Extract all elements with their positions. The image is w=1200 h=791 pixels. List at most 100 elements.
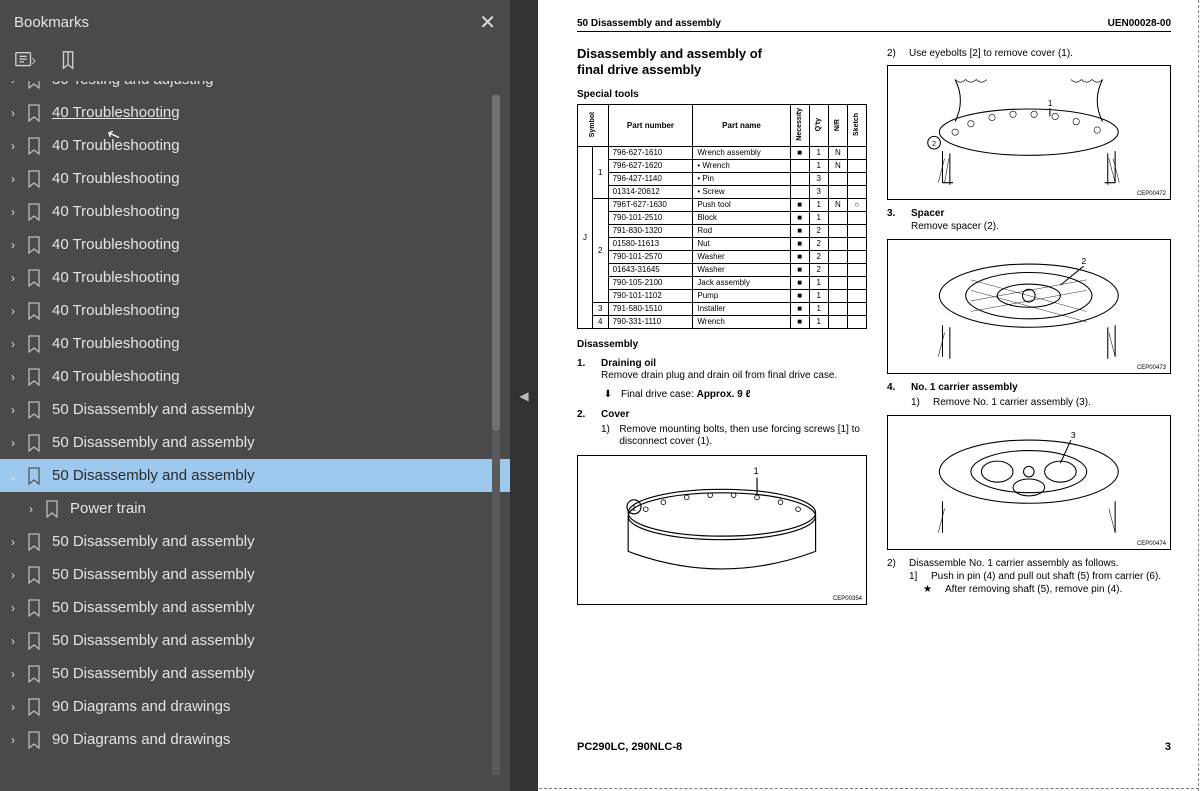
bookmark-item[interactable]: › 50 Disassembly and assembly — [0, 525, 510, 558]
chevron-icon[interactable]: › — [6, 733, 20, 747]
scrollbar[interactable] — [492, 95, 500, 775]
bookmark-label[interactable]: 40 Troubleshooting — [52, 170, 180, 187]
bookmark-label[interactable]: 30 Testing and adjusting — [52, 81, 214, 88]
bookmark-label[interactable]: 40 Troubleshooting — [52, 368, 180, 385]
step-2: 2. Cover 1)Remove mounting bolts, then u… — [577, 409, 867, 449]
chevron-icon[interactable]: › — [6, 337, 20, 351]
bookmark-label[interactable]: 50 Disassembly and assembly — [52, 533, 255, 550]
chevron-icon[interactable]: › — [6, 139, 20, 153]
bookmarks-header: Bookmarks ✕ — [0, 0, 510, 39]
svg-text:3: 3 — [1071, 430, 1076, 440]
chevron-icon[interactable]: ⌄ — [6, 469, 20, 483]
panel-divider[interactable]: ◀ — [510, 0, 538, 791]
bookmark-item[interactable]: › 40 Troubleshooting — [0, 294, 510, 327]
figure-spacer: 2 CEP00473 — [887, 239, 1171, 374]
bookmark-item[interactable]: › 50 Disassembly and assembly — [0, 558, 510, 591]
page-edge-bottom — [539, 788, 1199, 789]
chevron-icon[interactable]: › — [6, 601, 20, 615]
bookmark-icon — [24, 368, 44, 386]
chevron-icon[interactable]: › — [6, 700, 20, 714]
bookmark-label[interactable]: 50 Disassembly and assembly — [52, 401, 255, 418]
bookmark-label[interactable]: 40 Troubleshooting — [52, 104, 180, 121]
bookmark-label[interactable]: 40 Troubleshooting — [52, 236, 180, 253]
bookmark-icon — [24, 236, 44, 254]
bookmark-label[interactable]: 40 Troubleshooting — [52, 335, 180, 352]
chevron-icon[interactable]: › — [6, 271, 20, 285]
chevron-icon[interactable]: › — [6, 238, 20, 252]
bookmark-icon — [24, 335, 44, 353]
chevron-icon[interactable]: › — [6, 370, 20, 384]
special-tools-heading: Special tools — [577, 89, 867, 100]
bookmark-item[interactable]: › 40 Troubleshooting — [0, 195, 510, 228]
figure-eyebolts: 2 1 CEP00472 — [887, 65, 1171, 200]
bookmark-label[interactable]: 90 Diagrams and drawings — [52, 698, 230, 715]
bookmark-item[interactable]: › 50 Disassembly and assembly — [0, 591, 510, 624]
scrollbar-thumb-lower[interactable] — [492, 430, 500, 775]
bookmark-label[interactable]: 40 Troubleshooting — [52, 137, 180, 154]
bookmark-item[interactable]: › 90 Diagrams and drawings — [0, 690, 510, 723]
bookmark-icon — [24, 731, 44, 749]
bookmark-item[interactable]: › 40 Troubleshooting — [0, 327, 510, 360]
bookmark-item[interactable]: › 40 Troubleshooting — [0, 228, 510, 261]
bookmark-item[interactable]: › 40 Troubleshooting — [0, 96, 510, 129]
collapse-icon[interactable]: ◀ — [519, 389, 528, 403]
bookmark-item[interactable]: › 30 Testing and adjusting — [0, 81, 510, 96]
bookmark-item[interactable]: › 50 Disassembly and assembly — [0, 624, 510, 657]
chevron-icon[interactable]: › — [6, 568, 20, 582]
bookmark-item[interactable]: › 40 Troubleshooting — [0, 261, 510, 294]
bookmark-label[interactable]: 50 Disassembly and assembly — [52, 434, 255, 451]
bookmark-item[interactable]: › 40 Troubleshooting — [0, 360, 510, 393]
bookmark-label[interactable]: 50 Disassembly and assembly — [52, 632, 255, 649]
find-bookmark-icon[interactable] — [58, 49, 80, 71]
chevron-icon[interactable]: › — [24, 502, 38, 516]
chevron-icon[interactable]: › — [6, 436, 20, 450]
chevron-icon[interactable]: › — [6, 172, 20, 186]
bookmark-icon — [24, 665, 44, 683]
close-icon[interactable]: ✕ — [479, 10, 496, 35]
chevron-icon[interactable]: › — [6, 106, 20, 120]
bookmark-icon — [24, 533, 44, 551]
bookmarks-list[interactable]: › 30 Testing and adjusting › 40 Troubleshoo… — [0, 81, 510, 791]
bookmark-label[interactable]: Power train — [70, 500, 146, 517]
bookmark-item[interactable]: › 40 Troubleshooting — [0, 162, 510, 195]
tools-table: Symbol Part number Part name Necessity Q… — [577, 104, 867, 329]
bookmark-icon — [24, 599, 44, 617]
header-rule — [577, 31, 1171, 32]
options-icon[interactable] — [14, 49, 36, 71]
table-row: 01314-20612• Screw3 — [578, 185, 867, 198]
scrollbar-thumb[interactable] — [492, 95, 500, 430]
chevron-icon[interactable]: › — [6, 634, 20, 648]
bookmark-item[interactable]: › 50 Disassembly and assembly — [0, 393, 510, 426]
bookmark-item[interactable]: › 50 Disassembly and assembly — [0, 657, 510, 690]
bookmark-icon — [24, 104, 44, 122]
chevron-icon[interactable]: › — [6, 205, 20, 219]
footer-pagenum: 3 — [1165, 741, 1171, 753]
bookmark-label[interactable]: 40 Troubleshooting — [52, 203, 180, 220]
chevron-icon[interactable]: › — [6, 81, 20, 87]
bookmark-label[interactable]: 40 Troubleshooting — [52, 269, 180, 286]
bookmark-item[interactable]: › Power train — [0, 492, 510, 525]
bookmark-label[interactable]: 50 Disassembly and assembly — [52, 665, 255, 682]
bookmark-label[interactable]: 40 Troubleshooting — [52, 302, 180, 319]
bookmark-item[interactable]: › 90 Diagrams and drawings — [0, 723, 510, 756]
bookmark-item[interactable]: › 50 Disassembly and assembly — [0, 426, 510, 459]
bookmark-item[interactable]: ⌄ 50 Disassembly and assembly — [0, 459, 510, 492]
step-4: 4. No. 1 carrier assembly 1)Remove No. 1… — [887, 382, 1171, 409]
chevron-icon[interactable]: › — [6, 304, 20, 318]
bookmark-icon — [24, 170, 44, 188]
chevron-icon[interactable]: › — [6, 667, 20, 681]
chevron-icon[interactable]: › — [6, 535, 20, 549]
table-row: 790-101-2570Washer■2 — [578, 250, 867, 263]
table-row: 01580-11613Nut■2 — [578, 237, 867, 250]
svg-text:2: 2 — [932, 139, 936, 148]
bookmark-item[interactable]: › 40 Troubleshooting — [0, 129, 510, 162]
document-viewport[interactable]: 50 Disassembly and assembly UEN00028-00 … — [538, 0, 1200, 791]
bookmark-label[interactable]: 50 Disassembly and assembly — [52, 566, 255, 583]
bookmark-label[interactable]: 50 Disassembly and assembly — [52, 599, 255, 616]
bookmark-icon — [24, 269, 44, 287]
chevron-icon[interactable]: › — [6, 403, 20, 417]
bookmarks-panel: Bookmarks ✕ › 30 Testing and adjusting › 40… — [0, 0, 510, 791]
bookmark-label[interactable]: 50 Disassembly and assembly — [52, 467, 255, 484]
bookmark-label[interactable]: 90 Diagrams and drawings — [52, 731, 230, 748]
page-header: 50 Disassembly and assembly UEN00028-00 — [577, 18, 1171, 29]
